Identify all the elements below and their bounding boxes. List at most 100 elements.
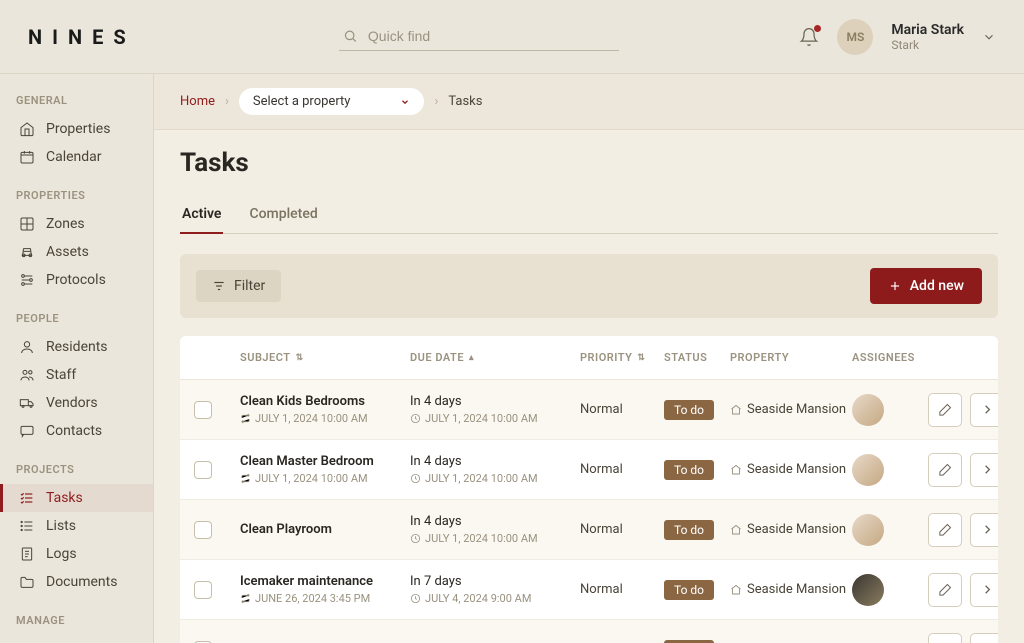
task-subject: Clean Playroom xyxy=(240,522,410,537)
task-table: SUBJECT⇅ DUE DATE▴ PRIORITY⇅ STATUS PROP… xyxy=(180,336,998,643)
open-button[interactable] xyxy=(970,633,998,643)
user-menu[interactable]: Maria Stark Stark xyxy=(891,22,964,52)
edit-button[interactable] xyxy=(928,573,962,607)
sidebar-item-assets[interactable]: Assets xyxy=(0,238,153,266)
house-icon xyxy=(730,584,742,596)
clock-icon xyxy=(410,533,421,544)
paper-icon xyxy=(19,546,35,562)
clock-icon xyxy=(410,413,421,424)
sidebar-item-properties[interactable]: Properties xyxy=(0,115,153,143)
sidebar-item-logs[interactable]: Logs xyxy=(0,540,153,568)
user-avatar[interactable]: MS xyxy=(837,19,873,55)
sidebar-item-label: Documents xyxy=(46,574,117,590)
sidebar-item-documents[interactable]: Documents xyxy=(0,568,153,596)
task-priority: Normal xyxy=(580,402,664,417)
assignee-avatar[interactable] xyxy=(852,514,884,546)
open-button[interactable] xyxy=(970,453,998,487)
sidebar: GENERALPropertiesCalendarPROPERTIESZones… xyxy=(0,74,154,643)
breadcrumb: Home › Select a property › Tasks xyxy=(154,74,1024,130)
add-new-button[interactable]: Add new xyxy=(870,268,982,304)
repeat-icon xyxy=(240,473,251,484)
col-subject[interactable]: SUBJECT⇅ xyxy=(240,351,410,364)
truck-icon xyxy=(19,395,35,411)
folder-icon xyxy=(19,574,35,590)
task-subject: Clean Master Bedroom xyxy=(240,454,410,469)
assignee-avatar[interactable] xyxy=(852,394,884,426)
pencil-icon xyxy=(938,462,953,477)
repeat-date: JULY 1, 2024 10:00 AM xyxy=(255,472,368,485)
search-input[interactable] xyxy=(368,28,615,44)
edit-button[interactable] xyxy=(928,453,962,487)
chevron-right-icon xyxy=(980,522,995,537)
sidebar-item-contacts[interactable]: Contacts xyxy=(0,417,153,445)
sidebar-item-tasks[interactable]: Tasks xyxy=(0,484,153,512)
open-button[interactable] xyxy=(970,573,998,607)
breadcrumb-home[interactable]: Home xyxy=(180,94,215,109)
pencil-icon xyxy=(938,402,953,417)
sidebar-section-label: MANAGE xyxy=(0,614,153,635)
table-row[interactable]: Icemaker maintenanceJUNE 26, 2024 3:45 P… xyxy=(180,560,998,620)
filter-button[interactable]: Filter xyxy=(196,270,281,302)
repeat-icon xyxy=(240,593,251,604)
row-checkbox[interactable] xyxy=(194,581,212,599)
row-checkbox[interactable] xyxy=(194,521,212,539)
assignee-avatar[interactable] xyxy=(852,454,884,486)
open-button[interactable] xyxy=(970,513,998,547)
sidebar-item-staff[interactable]: Staff xyxy=(0,361,153,389)
sidebar-item-label: Tasks xyxy=(46,490,83,506)
sort-icon: ⇅ xyxy=(637,353,645,363)
task-subject: Clean Kids Bedrooms xyxy=(240,394,410,409)
table-row[interactable]: Clean BathroomsIn 10 daysNormalTo do xyxy=(180,620,998,643)
table-row[interactable]: Clean Master Bedroom JULY 1, 2024 10:00 A… xyxy=(180,440,998,500)
tab-active[interactable]: Active xyxy=(180,196,223,234)
sidebar-item-vendors[interactable]: Vendors xyxy=(0,389,153,417)
edit-button[interactable] xyxy=(928,633,962,643)
col-status: STATUS xyxy=(664,351,730,364)
sidebar-item-label: Contacts xyxy=(46,423,102,439)
add-new-label: Add new xyxy=(910,278,964,294)
tab-completed[interactable]: Completed xyxy=(247,196,319,234)
sidebar-item-lists[interactable]: Lists xyxy=(0,512,153,540)
property-selector[interactable]: Select a property xyxy=(239,88,425,115)
col-due-date[interactable]: DUE DATE▴ xyxy=(410,351,580,364)
caret-down-icon xyxy=(400,97,410,107)
sort-icon: ⇅ xyxy=(296,353,304,363)
sidebar-item-protocols[interactable]: Protocols xyxy=(0,266,153,294)
app-logo: NINES xyxy=(28,25,136,49)
edit-button[interactable] xyxy=(928,393,962,427)
grid-icon xyxy=(19,216,35,232)
notifications-button[interactable] xyxy=(799,27,819,47)
page-title: Tasks xyxy=(180,148,998,178)
chevron-down-icon[interactable] xyxy=(982,30,996,44)
search-box[interactable] xyxy=(339,22,619,51)
sidebar-item-label: Properties xyxy=(46,121,110,137)
sidebar-item-zones[interactable]: Zones xyxy=(0,210,153,238)
table-row[interactable]: Clean PlayroomIn 4 daysJULY 1, 2024 10:0… xyxy=(180,500,998,560)
col-priority[interactable]: PRIORITY⇅ xyxy=(580,351,664,364)
calendar-icon xyxy=(19,149,35,165)
sidebar-item-label: Logs xyxy=(46,546,77,562)
sidebar-item-label: Assets xyxy=(46,244,89,260)
property-selector-label: Select a property xyxy=(253,94,351,109)
due-relative: In 4 days xyxy=(410,394,580,409)
table-header: SUBJECT⇅ DUE DATE▴ PRIORITY⇅ STATUS PROP… xyxy=(180,336,998,380)
col-assignees: ASSIGNEES xyxy=(852,351,928,364)
notification-dot xyxy=(814,25,821,32)
sidebar-item-label: Zones xyxy=(46,216,85,232)
sidebar-item-calendar[interactable]: Calendar xyxy=(0,143,153,171)
row-checkbox[interactable] xyxy=(194,461,212,479)
due-date-full: JULY 1, 2024 10:00 AM xyxy=(425,532,538,545)
table-row[interactable]: Clean Kids BedroomsJULY 1, 2024 10:00 AM… xyxy=(180,380,998,440)
open-button[interactable] xyxy=(970,393,998,427)
top-header: NINES MS Maria Stark Stark xyxy=(0,0,1024,74)
search-icon xyxy=(343,28,358,44)
pencil-icon xyxy=(938,522,953,537)
sidebar-item-label: Lists xyxy=(46,518,76,534)
sidebar-item-residents[interactable]: Residents xyxy=(0,333,153,361)
assignee-avatar[interactable] xyxy=(852,574,884,606)
house-icon xyxy=(19,121,35,137)
edit-button[interactable] xyxy=(928,513,962,547)
row-checkbox[interactable] xyxy=(194,401,212,419)
due-relative: In 7 days xyxy=(410,574,580,589)
sidebar-section-label: GENERAL xyxy=(0,94,153,115)
